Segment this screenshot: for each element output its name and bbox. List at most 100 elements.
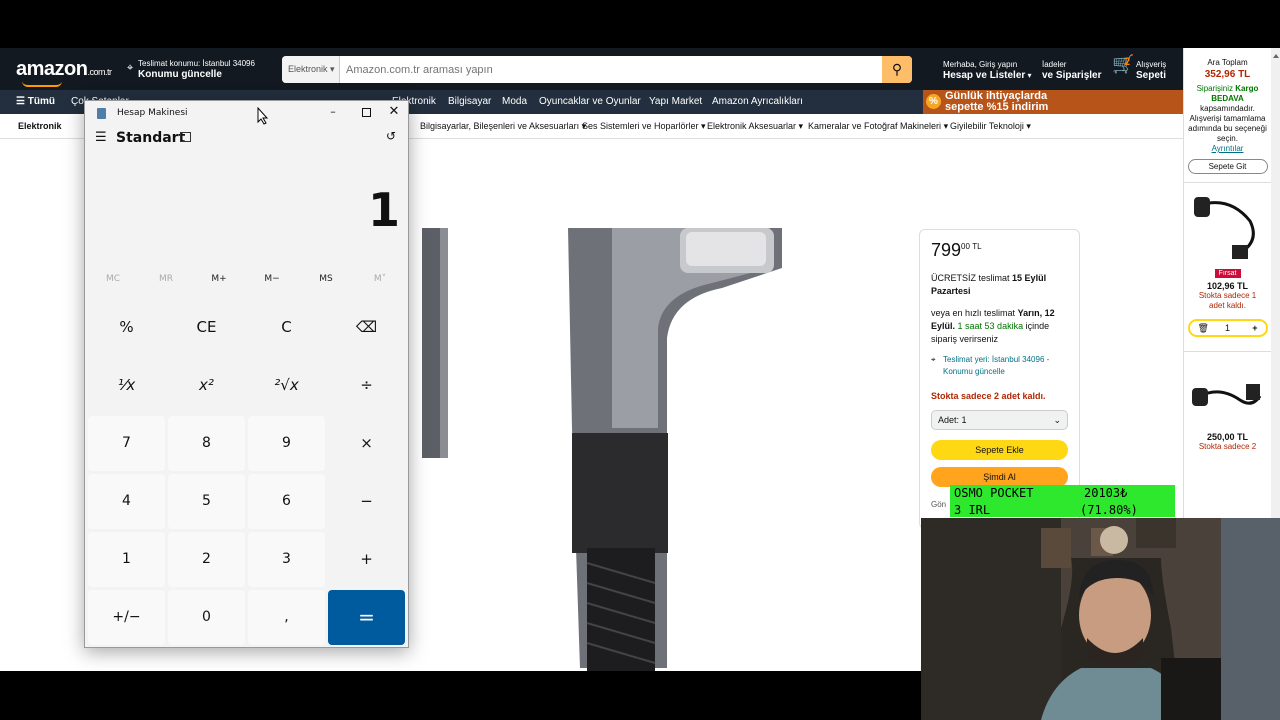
digit-0-button[interactable]: 0 <box>168 590 245 645</box>
percent-button[interactable]: % <box>88 300 165 355</box>
memory-store-button[interactable]: MS <box>306 274 346 284</box>
product-image[interactable] <box>422 228 912 671</box>
cart-button[interactable]: 🛒 2 Alışveriş Sepeti <box>1112 55 1166 81</box>
delivery-location[interactable]: ⌖ Teslimat konumu: İstanbul 34096 Konumu… <box>127 58 255 80</box>
webcam-feed <box>921 518 1280 720</box>
goal-name: OSMO POCKET <box>954 486 1034 500</box>
nav-item-diy[interactable]: Yapı Market <box>649 90 702 114</box>
usb-c-cable-image <box>422 228 782 671</box>
category-electronics[interactable]: Elektronik <box>18 114 62 139</box>
streamer-webcam-image <box>921 518 1280 720</box>
donation-goal-overlay: OSMO POCKET 20103₺ 3 IRL (71.80%) <box>950 485 1175 517</box>
account-lists[interactable]: Merhaba, Giriş yapın Hesap ve Listeler ▾ <box>943 59 1032 81</box>
cart-item-1: Fırsat 102,96 TL Stokta sadece 1 adet ka… <box>1184 182 1271 337</box>
goal-percent: (71.80%) <box>1080 503 1138 517</box>
digit-5-button[interactable]: 5 <box>168 474 245 529</box>
delivery-location-link[interactable]: ⌖ Teslimat yeri: İstanbul 34096 - Konumu… <box>931 354 1076 378</box>
delivery-location-line1: Teslimat konumu: İstanbul 34096 <box>138 59 255 68</box>
cart-count: 2 <box>1124 56 1131 68</box>
location-pin-icon: ⌖ <box>931 355 936 364</box>
digit-8-button[interactable]: 8 <box>168 416 245 471</box>
quantity-select[interactable]: Adet: 1 ⌄ <box>931 410 1068 430</box>
memory-subtract-button[interactable]: M− <box>252 274 292 284</box>
goal-current: 20103₺ <box>1084 486 1128 500</box>
digit-7-button[interactable]: 7 <box>88 416 165 471</box>
search-input[interactable] <box>340 56 882 83</box>
orders-line1: İadeler <box>1042 60 1067 69</box>
subtotal-value: 352,96 TL <box>1204 69 1251 80</box>
category-computers[interactable]: Bilgisayarlar, Bileşenleri ve Aksesuarla… <box>420 114 586 139</box>
keep-on-top-icon[interactable] <box>180 132 191 142</box>
stock-status: Stokta sadece 2 adet kaldı. <box>931 391 1046 401</box>
go-to-cart-button[interactable]: Sepete Git <box>1187 159 1268 174</box>
nav-item-fashion[interactable]: Moda <box>502 90 527 114</box>
calculator-title: Hesap Makinesi <box>117 108 188 118</box>
buy-box: 79900 TL ÜCRETSİZ teslimat 15 Eylül Paza… <box>919 229 1080 529</box>
search-button[interactable]: ⚲ <box>882 56 912 83</box>
maximize-button[interactable] <box>357 103 377 123</box>
delivery-location-line2: Konumu güncelle <box>138 69 222 80</box>
deal-badge: Fırsat <box>1214 269 1241 278</box>
nav-all-menu[interactable]: ☰ Tümü <box>16 90 55 114</box>
details-link[interactable]: Ayrıntılar <box>1184 144 1271 153</box>
digit-2-button[interactable]: 2 <box>168 532 245 587</box>
memory-list-button[interactable]: M˅ <box>360 274 400 284</box>
search-icon: ⚲ <box>891 61 903 77</box>
item2-price: 250,00 TL <box>1206 432 1249 442</box>
add-button[interactable]: + <box>328 532 405 587</box>
returns-orders[interactable]: İadeler ve Siparişler <box>1042 59 1101 81</box>
plus-icon[interactable]: + <box>1252 321 1257 335</box>
hamburger-menu-icon[interactable]: ☰ <box>95 130 107 145</box>
clear-entry-button[interactable]: CE <box>168 300 245 355</box>
category-audio[interactable]: Ses Sistemleri ve Hoparlörler ▾ <box>582 114 706 139</box>
search-category-dropdown[interactable]: Elektronik ▾ <box>282 56 340 83</box>
equals-button[interactable]: = <box>328 590 405 645</box>
minimize-button[interactable]: – <box>323 103 343 123</box>
account-line1: Merhaba, Giriş yapın <box>943 60 1018 69</box>
promo-banner[interactable]: % Günlük ihtiyaçlarda sepette %15 indiri… <box>923 90 1183 114</box>
banner-line2: sepette %15 indirim <box>945 101 1049 113</box>
reciprocal-button[interactable]: ¹⁄x <box>88 358 165 413</box>
backspace-icon[interactable]: ⌫ <box>328 300 405 355</box>
decimal-button[interactable]: , <box>248 590 325 645</box>
memory-recall-button[interactable]: MR <box>146 274 186 284</box>
add-to-cart-button[interactable]: Sepete Ekle <box>931 440 1068 460</box>
subtract-button[interactable]: − <box>328 474 405 529</box>
trash-icon[interactable]: 🗑 <box>1198 321 1209 335</box>
category-accessories[interactable]: Elektronik Aksesuarlar ▾ <box>707 114 803 139</box>
divide-button[interactable]: ÷ <box>328 358 405 413</box>
memory-add-button[interactable]: M+ <box>199 274 239 284</box>
mouse-cursor-icon <box>257 107 269 125</box>
close-button[interactable]: ✕ <box>384 103 404 123</box>
clear-button[interactable]: C <box>248 300 325 355</box>
category-wearables[interactable]: Giyilebilir Teknoloji ▾ <box>950 114 1031 139</box>
location-pin-icon: ⌖ <box>127 62 134 74</box>
calculator-display: 1 <box>367 183 400 237</box>
power-cable-image[interactable] <box>1190 191 1266 263</box>
cart-item-2: 250,00 TL Stokta sadece 2 <box>1184 351 1271 451</box>
multiply-button[interactable]: × <box>328 416 405 471</box>
memory-clear-button[interactable]: MC <box>93 274 133 284</box>
digit-6-button[interactable]: 6 <box>248 474 325 529</box>
calculator-app-icon <box>97 108 106 119</box>
square-button[interactable]: x² <box>168 358 245 413</box>
buy-now-button[interactable]: Şimdi Al <box>931 467 1068 487</box>
digit-1-button[interactable]: 1 <box>88 532 165 587</box>
item2-stock: Stokta sadece 2 <box>1198 442 1257 451</box>
free-shipping-note: Siparişiniz Kargo BEDAVA kapsamındadır. … <box>1188 84 1267 143</box>
digit-3-button[interactable]: 3 <box>248 532 325 587</box>
amazon-logo[interactable]: amazon.com.tr <box>16 58 112 81</box>
account-line2: Hesap ve Listeler <box>943 70 1026 81</box>
negate-button[interactable]: +/− <box>88 590 165 645</box>
nav-item-toys[interactable]: Oyuncaklar ve Oyunlar <box>539 90 641 114</box>
angled-cable-image[interactable] <box>1190 366 1266 426</box>
digit-4-button[interactable]: 4 <box>88 474 165 529</box>
category-cameras[interactable]: Kameralar ve Fotoğraf Makineleri ▾ <box>808 114 948 139</box>
square-root-button[interactable]: ²√x <box>248 358 325 413</box>
nav-item-privileges[interactable]: Amazon Ayrıcalıkları <box>712 90 803 114</box>
calculator-window: Hesap Makinesi – ✕ ☰ Standart ↺ 1 MC MR … <box>84 100 409 648</box>
nav-item-computer[interactable]: Bilgisayar <box>448 90 491 114</box>
digit-9-button[interactable]: 9 <box>248 416 325 471</box>
chevron-down-icon: ⌄ <box>1053 415 1061 425</box>
history-icon[interactable]: ↺ <box>386 129 396 143</box>
